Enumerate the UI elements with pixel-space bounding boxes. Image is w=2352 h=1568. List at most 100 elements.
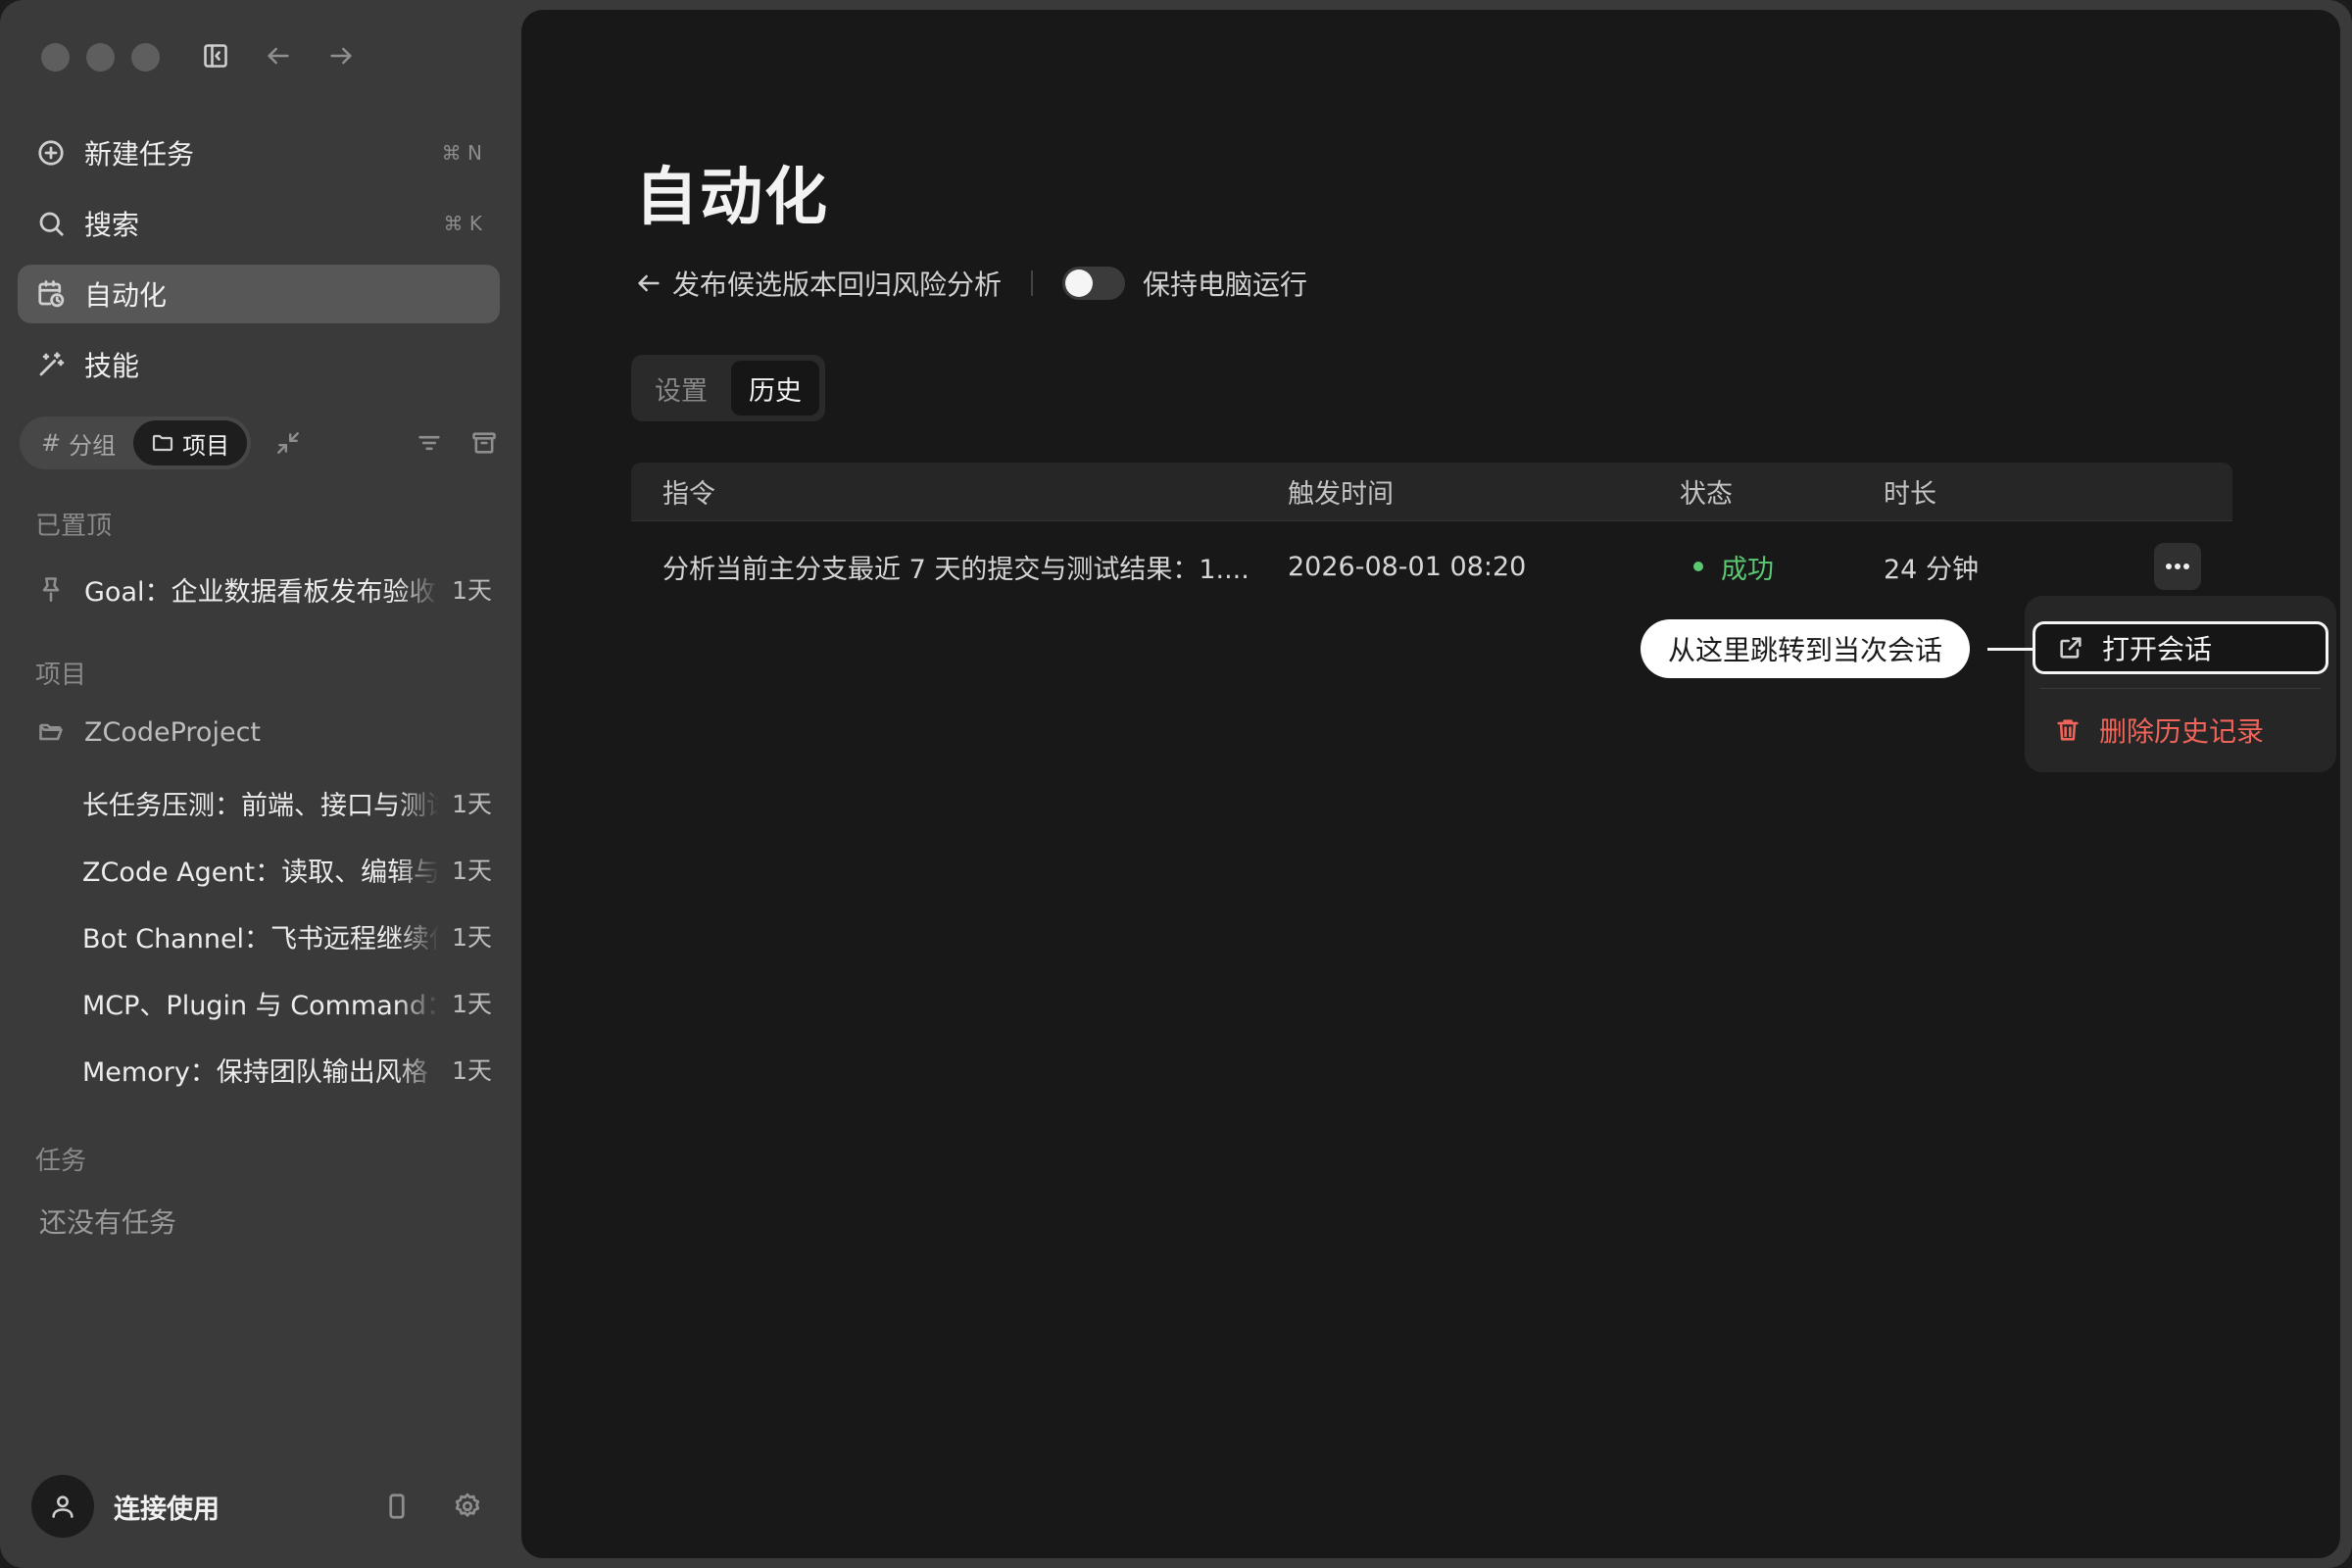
back-link[interactable]: 发布候选版本回归风险分析 [635, 264, 1002, 303]
sidebar-footer: 连接使用 [31, 1474, 492, 1539]
item-age: 1天 [452, 857, 492, 885]
item-age: 1天 [452, 1056, 492, 1085]
tab-history[interactable]: 历史 [731, 361, 819, 416]
toolbar [201, 41, 356, 71]
toggle-sidebar-icon[interactable] [201, 41, 230, 71]
page-title: 自动化 [635, 162, 829, 234]
trash-icon [2057, 719, 2079, 741]
callout-connector [1987, 648, 2033, 651]
external-link-icon [2060, 637, 2082, 659]
table-body: 分析当前主分支最近 7 天的提交与测试结果：1.... 2026-08-01 0… [631, 521, 2232, 612]
projects-section-title: 项目 [35, 661, 87, 690]
cell-status: 成功 [1680, 548, 1884, 586]
nav-label: 技能 [84, 350, 140, 382]
item-label: Goal：企业数据看板发布验收 [84, 576, 436, 608]
column-header-status: 状态 [1680, 479, 1733, 510]
history-table: 指令 触发时间 状态 时长 分析当前主分支最近 7 天的提交与测试结果：1...… [631, 463, 2232, 612]
annotation-callout: 从这里跳转到当次会话 [1641, 619, 1971, 678]
table-header: 指令 触发时间 状态 时长 [631, 463, 2232, 521]
gear-icon[interactable] [453, 1492, 482, 1521]
close-window-button[interactable] [41, 43, 70, 72]
menu-item-label: 打开会话 [2102, 633, 2213, 665]
option-label: 分组 [69, 431, 117, 460]
nav-skills[interactable]: 技能 [18, 335, 500, 394]
user-name[interactable]: 连接使用 [114, 1488, 382, 1526]
plus-circle-icon [35, 137, 67, 169]
folder-icon [153, 434, 173, 452]
group-by-project-option[interactable]: 项目 [133, 420, 248, 466]
nav-new-task[interactable]: 新建任务 ⌘ N [18, 123, 500, 182]
item-label: Bot Channel：飞书远程继续任务 [82, 923, 439, 955]
tasks-empty-state: 还没有任务 [39, 1206, 177, 1239]
magic-wand-icon [35, 349, 67, 380]
folder-open-icon [35, 716, 67, 748]
tasks-section-title: 任务 [35, 1147, 87, 1176]
folder-label: ZCodeProject [84, 716, 261, 748]
sidebar-filter-bar: # 分组 项目 [20, 416, 500, 470]
breadcrumb: 发布候选版本回归风险分析 保持电脑运行 [635, 261, 1307, 306]
back-arrow-icon[interactable] [264, 41, 293, 71]
project-task-item[interactable]: 长任务压测：前端、接口与测试 1天 [82, 778, 492, 827]
avatar[interactable] [31, 1475, 94, 1538]
nav-label: 自动化 [84, 279, 168, 312]
automation-tabs: 设置 历史 [631, 355, 825, 421]
sidebar-nav: 新建任务 ⌘ N 搜索 ⌘ K 自动化 技能 [18, 123, 500, 406]
table-row[interactable]: 分析当前主分支最近 7 天的提交与测试结果：1.... 2026-08-01 0… [631, 521, 2232, 612]
project-task-item[interactable]: MCP、Plugin 与 Command： 1天 [82, 978, 492, 1027]
project-task-item[interactable]: Memory：保持团队输出风格 1天 [82, 1045, 492, 1094]
project-task-item[interactable]: Bot Channel：飞书远程继续任务 1天 [82, 911, 492, 960]
column-header-duration: 时长 [1884, 479, 1936, 510]
archive-icon[interactable] [470, 429, 498, 457]
nav-label: 新建任务 [84, 138, 195, 171]
search-icon [35, 208, 67, 239]
pinned-item[interactable]: Goal：企业数据看板发布验收 1天 [35, 564, 492, 613]
project-task-item[interactable]: ZCode Agent：读取、编辑与执行 1天 [82, 845, 492, 894]
pinned-section-title: 已置顶 [35, 512, 113, 541]
sidebar: 新建任务 ⌘ N 搜索 ⌘ K 自动化 技能 # 分组 项目 已置顶 Goal：… [0, 0, 521, 1568]
zoom-window-button[interactable] [131, 43, 160, 72]
project-folder[interactable]: ZCodeProject [35, 708, 492, 757]
nav-label: 搜索 [84, 209, 140, 241]
status-dot [1693, 562, 1703, 571]
hash-icon: # [41, 429, 62, 457]
filter-actions [416, 429, 500, 457]
item-age: 1天 [452, 923, 492, 952]
nav-automation[interactable]: 自动化 [18, 265, 500, 323]
item-label: 长任务压测：前端、接口与测试 [82, 790, 439, 821]
open-session-menu-item[interactable]: 打开会话 [2033, 621, 2328, 674]
footer-actions [382, 1492, 492, 1521]
keep-awake-toggle[interactable] [1062, 267, 1126, 300]
item-label: Memory：保持团队输出风格 [82, 1056, 428, 1088]
keep-awake-label: 保持电脑运行 [1143, 269, 1308, 301]
main-panel: 自动化 发布候选版本回归风险分析 保持电脑运行 设置 历史 指令 触发时间 状态… [521, 10, 2340, 1558]
item-label: ZCode Agent：读取、编辑与执行 [82, 857, 439, 888]
filter-icon[interactable] [416, 429, 443, 457]
row-more-button[interactable] [2154, 543, 2201, 590]
cell-command: 分析当前主分支最近 7 天的提交与测试结果：1.... [662, 554, 1250, 585]
group-mode-segmented: # 分组 项目 [20, 416, 252, 469]
shortcut-hint: ⌘ K [443, 212, 482, 235]
shortcut-hint: ⌘ N [441, 141, 482, 165]
calendar-clock-icon [35, 278, 67, 310]
nav-search[interactable]: 搜索 ⌘ K [18, 194, 500, 253]
delete-history-menu-item[interactable]: 删除历史记录 [2033, 704, 2328, 757]
column-header-command: 指令 [662, 479, 715, 510]
collapse-icon[interactable] [272, 427, 304, 459]
item-age: 1天 [452, 790, 492, 818]
mobile-device-icon[interactable] [382, 1492, 412, 1521]
pin-icon [35, 573, 67, 605]
minimize-window-button[interactable] [86, 43, 115, 72]
tab-settings[interactable]: 设置 [637, 361, 725, 416]
menu-divider [2040, 688, 2321, 689]
forward-arrow-icon[interactable] [326, 41, 356, 71]
menu-item-label: 删除历史记录 [2099, 715, 2265, 748]
row-context-menu: 打开会话 删除历史记录 [2025, 596, 2336, 772]
column-header-time: 触发时间 [1288, 479, 1394, 510]
status-label: 成功 [1721, 554, 1774, 585]
group-by-tag-option[interactable]: # 分组 [24, 420, 133, 466]
back-link-label: 发布候选版本回归风险分析 [672, 269, 1003, 301]
item-age: 1天 [452, 990, 492, 1018]
app-window: 新建任务 ⌘ N 搜索 ⌘ K 自动化 技能 # 分组 项目 已置顶 Goal：… [0, 0, 2352, 1568]
status-badge: 成功 [1680, 548, 1884, 586]
breadcrumb-divider [1031, 270, 1034, 296]
